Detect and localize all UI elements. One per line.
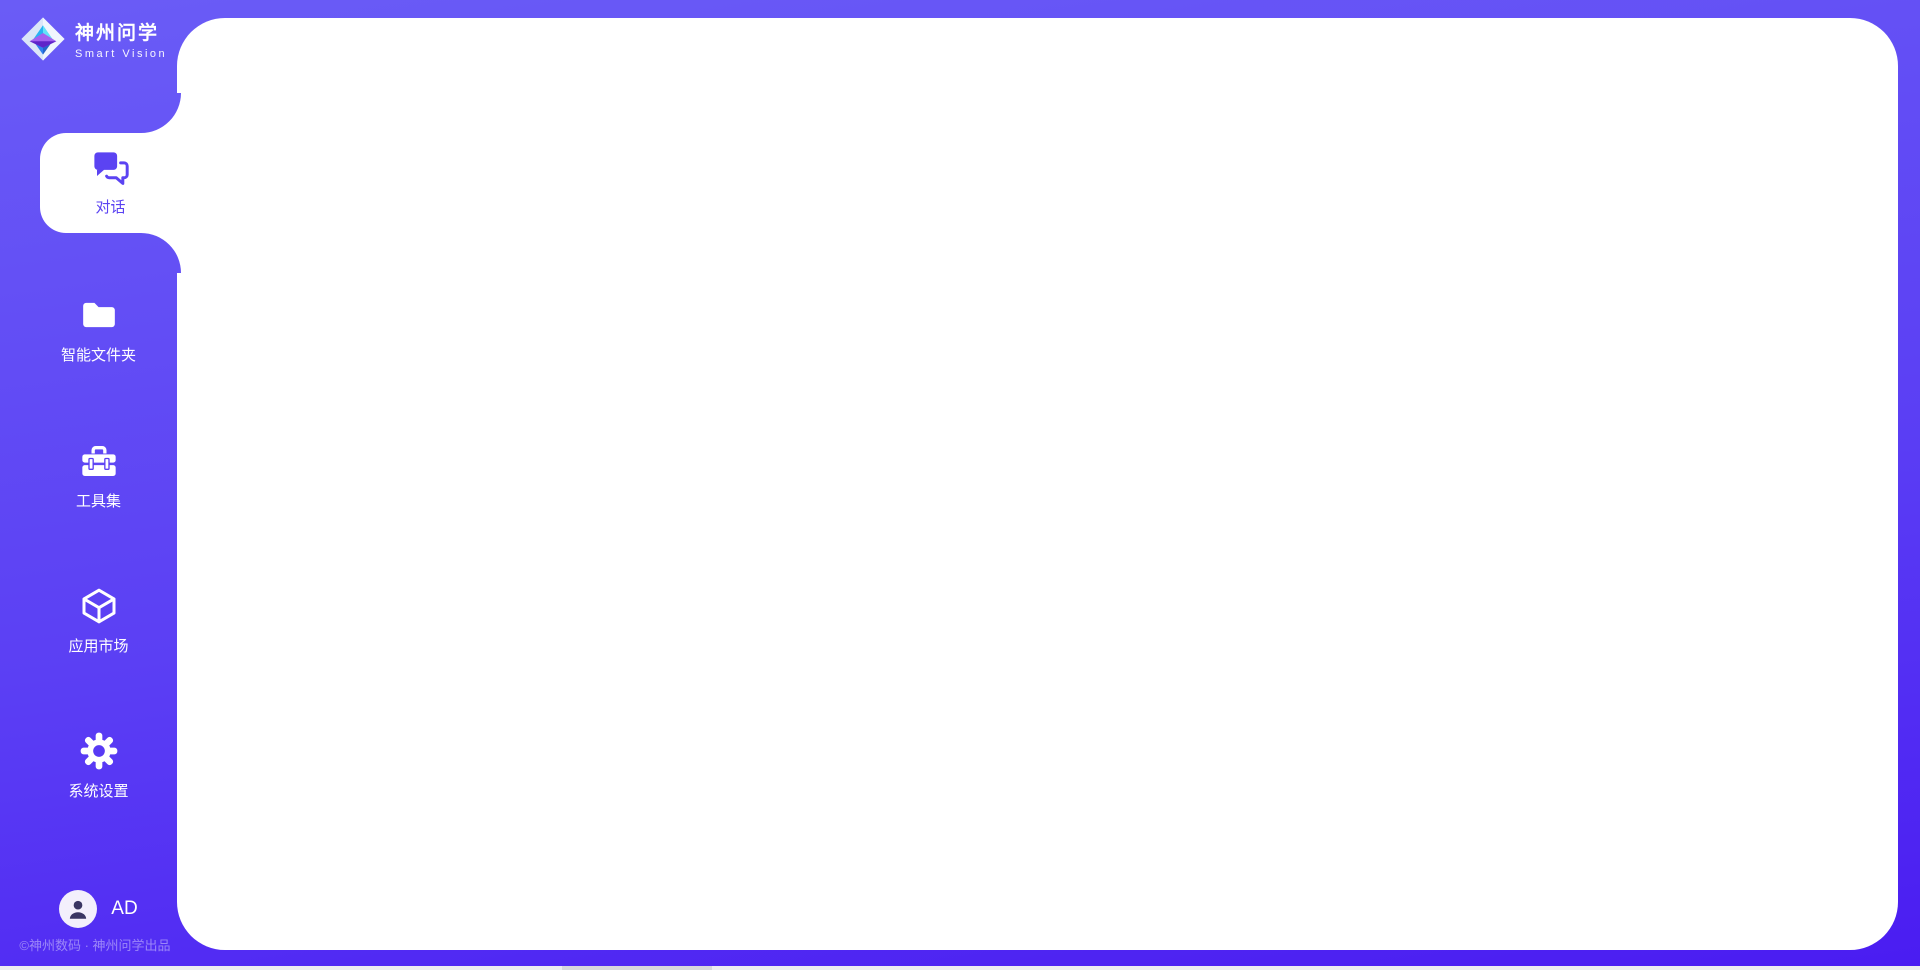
user-profile[interactable]: AD	[20, 890, 177, 928]
sidebar-item-toolbox[interactable]: 工具集	[20, 441, 177, 511]
sidebar-item-label: 系统设置	[68, 780, 128, 801]
sidebar-item-label: 对话	[95, 196, 125, 217]
sidebar-item-label: 应用市场	[68, 635, 128, 656]
main-content-panel	[177, 18, 1898, 950]
sidebar-item-smart-folder[interactable]: 智能文件夹	[20, 295, 177, 365]
brand-diamond-icon	[20, 16, 66, 62]
sidebar-item-label: 智能文件夹	[61, 344, 136, 365]
horizontal-scrollbar[interactable]	[0, 966, 1920, 970]
cube-icon	[79, 586, 119, 626]
chat-icon	[90, 148, 132, 190]
active-tab-fillet-top	[141, 93, 181, 133]
sidebar-item-label: 工具集	[76, 490, 121, 511]
scrollbar-thumb[interactable]	[562, 966, 712, 970]
sidebar-item-chat[interactable]: 对话	[40, 133, 181, 233]
avatar	[59, 890, 97, 928]
copyright-text: ©神州数码 · 神州问学出品	[0, 935, 190, 954]
active-tab-fillet-bottom	[141, 233, 181, 273]
sidebar-item-app-market[interactable]: 应用市场	[20, 586, 177, 656]
brand-subtitle: Smart Vision	[75, 48, 167, 60]
brand-logo: 神州问学 Smart Vision	[20, 16, 167, 62]
toolbox-icon	[79, 441, 119, 481]
sidebar-item-settings[interactable]: 系统设置	[20, 731, 177, 801]
gear-icon	[79, 731, 119, 771]
user-name: AD	[111, 898, 137, 920]
brand-name: 神州问学	[75, 18, 167, 45]
folder-icon	[79, 295, 119, 335]
